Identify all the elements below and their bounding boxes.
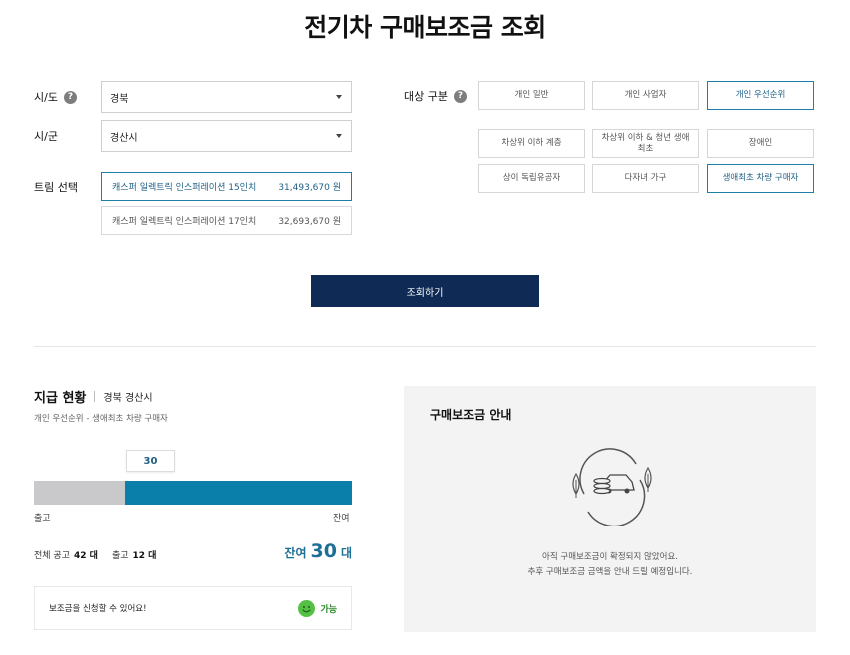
total-value: 42 대 (73, 551, 98, 561)
target-label-text: 대상 구분 (404, 90, 448, 103)
target-option[interactable]: 개인 일반 (478, 81, 585, 110)
smile-icon (298, 599, 316, 617)
quota-bar (34, 481, 352, 505)
status-location: 경북 경산시 (103, 393, 153, 404)
target-label: 대상 구분 ? (404, 88, 467, 104)
target-option[interactable]: 다자녀 가구 (592, 164, 699, 193)
trim-option[interactable]: 캐스퍼 일렉트릭 인스퍼레이션 17인치 32,693,670 원 (101, 206, 352, 235)
title-separator (94, 391, 96, 402)
remaining-unit: 대 (340, 546, 352, 560)
region-label-text: 시/도 (34, 91, 58, 104)
trim-price: 32,693,670 원 (278, 217, 341, 227)
region-select[interactable]: 경북 (101, 81, 352, 113)
help-icon[interactable]: ? (453, 89, 467, 103)
remaining-count: 잔여 30 대 (284, 540, 352, 562)
target-option[interactable]: 차상위 이하 & 청년 생애 최초 (592, 129, 699, 158)
remaining-bubble: 30 (126, 450, 175, 472)
city-select[interactable]: 경산시 (101, 120, 352, 152)
chevron-down-icon (336, 95, 342, 99)
target-option[interactable]: 차상위 이하 계층 (478, 129, 585, 158)
quota-bar-remaining (124, 481, 352, 505)
availability-status: 가능 (298, 599, 337, 617)
trim-price: 31,493,670 원 (278, 183, 341, 193)
eco-car-icon (566, 446, 658, 528)
status-title: 지급 현황 경북 경산시 (34, 387, 153, 406)
released-count-label: 출고 (111, 551, 129, 561)
city-label: 시/군 (34, 128, 58, 144)
target-option[interactable]: 상이 독립유공자 (478, 164, 585, 193)
help-icon[interactable]: ? (63, 90, 77, 104)
remaining-label: 잔여 (333, 514, 350, 524)
released-count-value: 12 대 (132, 551, 157, 561)
target-option-selected[interactable]: 개인 우선순위 (707, 81, 814, 110)
city-label-text: 시/군 (34, 130, 58, 143)
region-label: 시/도 ? (34, 89, 77, 105)
availability-notice: 보조금을 신청할 수 있어요! 가능 (34, 586, 352, 630)
city-select-value: 경산시 (110, 132, 138, 144)
trim-label-text: 트림 선택 (34, 181, 78, 194)
chevron-down-icon (336, 134, 342, 138)
total-label: 전체 공고 (34, 551, 70, 561)
target-option-selected[interactable]: 생애최초 차량 구매자 (707, 164, 814, 193)
info-message-2: 추후 구매보조금 금액을 안내 드릴 예정입니다. (527, 567, 693, 577)
page-title: 전기차 구매보조금 조회 (304, 13, 546, 42)
target-option[interactable]: 장애인 (707, 129, 814, 158)
divider (34, 346, 816, 347)
search-button[interactable]: 조회하기 (311, 275, 539, 307)
trim-option[interactable]: 캐스퍼 일렉트릭 인스퍼레이션 15인치 31,493,670 원 (101, 172, 352, 201)
info-title: 구매보조금 안내 (430, 408, 512, 422)
info-message-1: 아직 구매보조금이 확정되지 않았어요. (542, 552, 678, 562)
totals: 전체 공고 42 대 출고 12 대 (34, 548, 166, 561)
remaining-number: 30 (310, 540, 337, 562)
status-title-text: 지급 현황 (34, 391, 87, 406)
availability-text: 가능 (320, 604, 337, 615)
trim-name: 캐스퍼 일렉트릭 인스퍼레이션 15인치 (112, 183, 257, 193)
remaining-prefix: 잔여 (284, 546, 307, 560)
trim-name: 캐스퍼 일렉트릭 인스퍼레이션 17인치 (112, 217, 257, 227)
notice-message: 보조금을 신청할 수 있어요! (49, 604, 147, 614)
subsidy-info-panel: 구매보조금 안내 아직 구매보조금이 확정되지 않았어요. 추후 구매보조금 금… (404, 386, 816, 632)
target-option[interactable]: 개인 사업자 (592, 81, 699, 110)
status-subtitle: 개인 우선순위 - 생애최초 차량 구매자 (34, 414, 168, 424)
trim-label: 트림 선택 (34, 179, 78, 195)
region-select-value: 경북 (110, 93, 129, 105)
released-label: 출고 (34, 514, 51, 524)
